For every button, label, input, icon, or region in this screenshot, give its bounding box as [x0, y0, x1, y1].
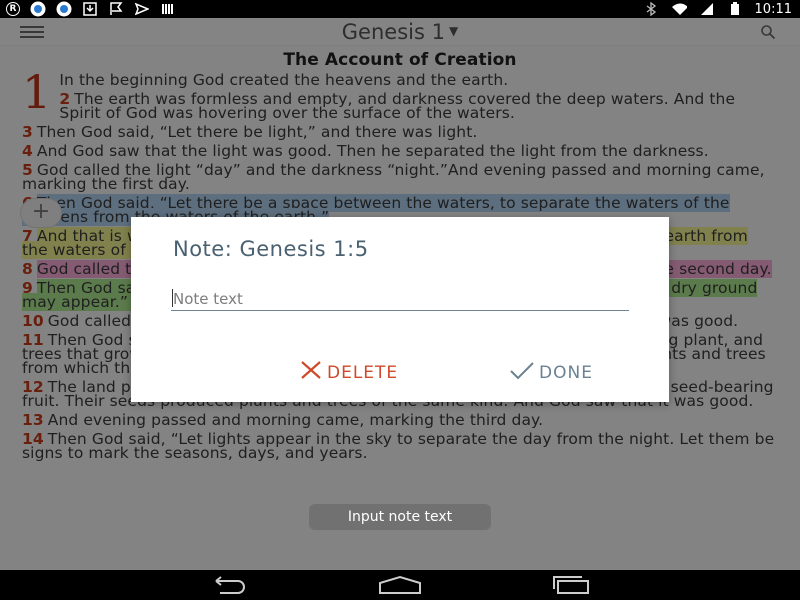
done-button[interactable]: DONE: [509, 360, 593, 385]
close-icon: [299, 360, 323, 385]
app-notification-icon: [56, 1, 72, 17]
barcode-icon: [160, 1, 176, 17]
checkmark-icon: [509, 360, 535, 385]
dialog-title: Note: Genesis 1:5: [173, 237, 369, 261]
download-icon: [82, 1, 98, 17]
status-bar: R 10:11: [0, 0, 800, 18]
cellular-signal-icon: [699, 1, 715, 17]
recent-apps-icon[interactable]: [546, 574, 594, 596]
system-nav-bar: [0, 570, 800, 600]
battery-icon: [727, 1, 743, 17]
delete-button[interactable]: DELETE: [299, 360, 398, 385]
note-dialog: Note: Genesis 1:5 DELETE DONE: [131, 217, 669, 402]
back-icon[interactable]: [204, 574, 252, 596]
text-cursor: [172, 289, 173, 307]
home-icon[interactable]: [376, 574, 424, 596]
note-text-input[interactable]: [171, 287, 629, 311]
registered-icon: R: [6, 2, 20, 16]
status-clock: 10:11: [754, 1, 792, 17]
done-button-label: DONE: [539, 362, 593, 383]
app-notification-icon: [30, 1, 46, 17]
delete-button-label: DELETE: [327, 362, 399, 383]
flag-icon: [108, 1, 124, 17]
bluetooth-icon: [643, 1, 659, 17]
wifi-icon: [671, 1, 687, 17]
toast-message: Input note text: [309, 504, 491, 530]
send-icon: [134, 1, 150, 17]
